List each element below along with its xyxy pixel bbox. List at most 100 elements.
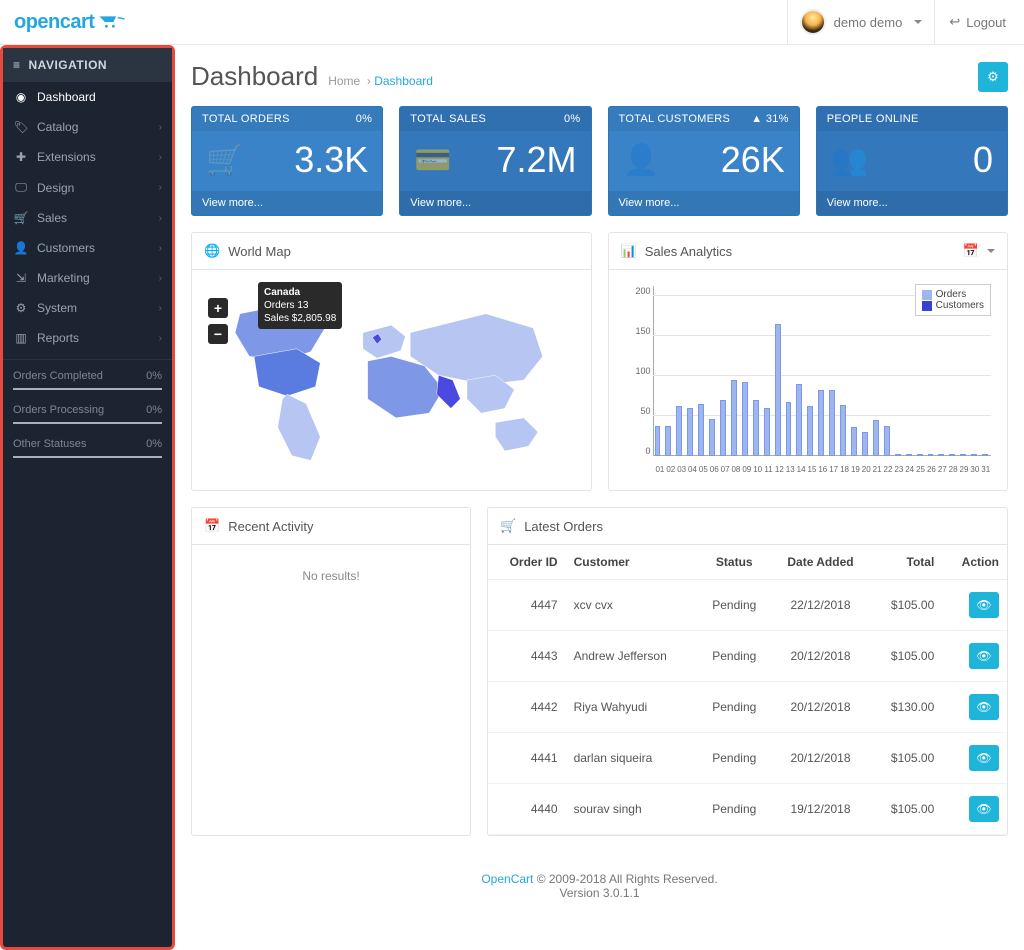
- dashboard-icon: ◉: [13, 90, 29, 104]
- x-tick: 08: [731, 465, 742, 474]
- sidebar-item-system[interactable]: ⚙System›: [3, 293, 172, 323]
- tile-value: 7.2M: [496, 139, 576, 181]
- bar-orders: [687, 408, 693, 456]
- table-row: 4441 darlan siqueira Pending 20/12/2018 …: [488, 733, 1007, 784]
- cell-customer: xcv cvx: [566, 580, 698, 631]
- sidebar-item-reports[interactable]: ▥Reports›: [3, 323, 172, 353]
- view-order-button[interactable]: 👁: [969, 745, 999, 771]
- tile-view-more[interactable]: View more...: [609, 191, 799, 215]
- tile-total-orders: TOTAL ORDERS0% 🛒3.3K View more...: [191, 106, 383, 216]
- tile-pct: 0%: [356, 113, 373, 125]
- settings-button[interactable]: ⚙: [978, 62, 1008, 92]
- cell-date: 20/12/2018: [771, 733, 871, 784]
- tile-view-more[interactable]: View more...: [817, 191, 1007, 215]
- sidebar-item-label: Extensions: [37, 150, 96, 164]
- page-title: Dashboard: [191, 61, 318, 92]
- cell-status: Pending: [698, 682, 771, 733]
- bar-orders: [829, 390, 835, 456]
- x-tick: 06: [709, 465, 720, 474]
- view-order-button[interactable]: 👁: [969, 643, 999, 669]
- bar-group: [938, 454, 947, 456]
- sidebar: ≡ NAVIGATION ◉Dashboard🏷Catalog› ✚ Extensi…: [0, 45, 175, 950]
- cart-icon: 🛒: [206, 143, 246, 178]
- world-map-panel: 🌐World Map + − Canada Orders 13 Sales $2…: [191, 232, 592, 491]
- analytics-range-button[interactable]: 📅: [963, 243, 995, 259]
- bar-orders: [971, 454, 977, 456]
- cell-customer: Riya Wahyudi: [566, 682, 698, 733]
- cell-date: 19/12/2018: [771, 784, 871, 835]
- sidebar-item-label: Reports: [37, 331, 79, 345]
- bar-orders: [698, 404, 704, 456]
- view-order-button[interactable]: 👁: [969, 592, 999, 618]
- footer-brand-link[interactable]: OpenCart: [481, 872, 533, 886]
- sidebar-item-customers[interactable]: 👤Customers›: [3, 233, 172, 263]
- sidebar-item-marketing[interactable]: ⇲ Marketing ›: [3, 263, 172, 293]
- eye-icon: 👁: [976, 598, 991, 612]
- sidebar-item-sales[interactable]: 🛒Sales›: [3, 203, 172, 233]
- sidebar-item-dashboard[interactable]: ◉Dashboard: [3, 82, 172, 112]
- x-tick: 29: [959, 465, 970, 474]
- view-order-button[interactable]: 👁: [969, 796, 999, 822]
- cell-status: Pending: [698, 733, 771, 784]
- x-tick: 11: [763, 465, 774, 474]
- bar-orders: [862, 432, 868, 456]
- tooltip-orders: Orders 13: [264, 299, 336, 312]
- logout-button[interactable]: ↩ Logout: [934, 0, 1006, 45]
- breadcrumb-home[interactable]: Home: [328, 74, 360, 88]
- logout-label: Logout: [966, 15, 1006, 30]
- bar-orders: [884, 426, 890, 456]
- x-tick: 23: [893, 465, 904, 474]
- chevron-right-icon: ›: [159, 273, 162, 284]
- chevron-right-icon: ›: [159, 182, 162, 193]
- eye-icon: 👁: [976, 649, 991, 663]
- nav-header: ≡ NAVIGATION: [3, 48, 172, 82]
- user-menu-button[interactable]: demo demo: [787, 0, 935, 45]
- menu-icon: ≡: [13, 58, 21, 72]
- table-row: 4443 Andrew Jefferson Pending 20/12/2018…: [488, 631, 1007, 682]
- card-icon: 💳: [414, 143, 454, 178]
- stat-label: Other Statuses: [13, 438, 86, 450]
- tile-pct: 0%: [564, 113, 581, 125]
- tooltip-country: Canada: [264, 286, 336, 299]
- tile-view-more[interactable]: View more...: [192, 191, 382, 215]
- breadcrumb-current[interactable]: Dashboard: [374, 74, 433, 88]
- world-map[interactable]: + − Canada Orders 13 Sales $2,805.98: [202, 280, 581, 480]
- latest-orders-title: Latest Orders: [524, 519, 603, 534]
- bar-group: [764, 408, 773, 456]
- sidebar-item-label: Marketing: [37, 271, 90, 285]
- table-row: 4447 xcv cvx Pending 22/12/2018 $105.00 …: [488, 580, 1007, 631]
- bar-group: [960, 454, 969, 456]
- share-icon: ⇲: [13, 271, 29, 285]
- logo-cart-icon: [98, 13, 126, 31]
- bar-orders: [655, 426, 661, 456]
- bar-group: [971, 454, 980, 456]
- view-order-button[interactable]: 👁: [969, 694, 999, 720]
- sidebar-item-extensions[interactable]: ✚ Extensions ›: [3, 142, 172, 172]
- sales-analytics-title: Sales Analytics: [645, 244, 732, 259]
- sidebar-item-design[interactable]: 🖵Design›: [3, 172, 172, 203]
- zoom-out-button[interactable]: −: [208, 324, 228, 344]
- header: opencart demo demo ↩ Logout: [0, 0, 1024, 45]
- tile-view-more[interactable]: View more...: [400, 191, 590, 215]
- bar-group: [873, 420, 882, 456]
- sales-chart: Orders Customers 200150100500 0102030405…: [619, 280, 998, 480]
- tooltip-sales: Sales $2,805.98: [264, 312, 336, 325]
- bar-orders: [818, 390, 824, 456]
- bar-group: [917, 454, 926, 456]
- bar-group: [949, 454, 958, 456]
- x-tick: 22: [883, 465, 894, 474]
- logo[interactable]: opencart: [14, 11, 126, 34]
- sidebar-item-label: Sales: [37, 211, 67, 225]
- chart-legend: Orders Customers: [915, 284, 991, 316]
- cell-date: 20/12/2018: [771, 631, 871, 682]
- zoom-in-button[interactable]: +: [208, 298, 228, 318]
- sidebar-item-label: Design: [37, 181, 74, 195]
- chevron-right-icon: ›: [159, 152, 162, 163]
- sidebar-item-catalog[interactable]: 🏷Catalog›: [3, 112, 172, 142]
- puzzle-icon: ✚: [13, 150, 29, 164]
- calendar-icon: 📅: [963, 243, 979, 259]
- bar-group: [775, 324, 784, 456]
- bar-orders: [917, 454, 923, 456]
- user-label: demo demo: [834, 15, 903, 30]
- caret-down-icon: [914, 20, 922, 24]
